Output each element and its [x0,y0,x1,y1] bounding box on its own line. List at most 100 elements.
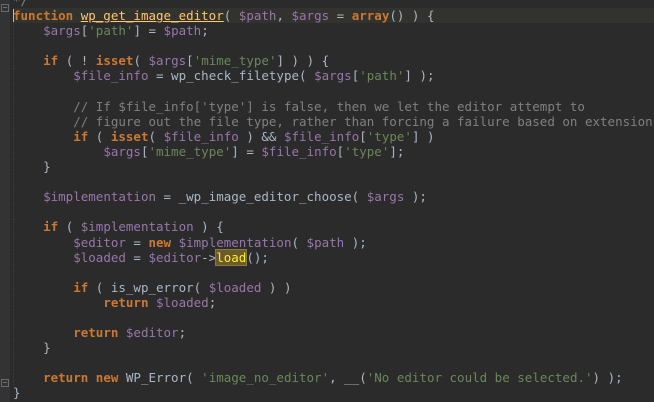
keyword-token: if [43,53,59,69]
variable-token: $loaded [156,294,209,310]
code-line[interactable]: return $loaded; [13,294,654,310]
indent-guide [13,309,14,326]
code-token: ] = [133,23,164,39]
variable-token: $loaded [208,279,262,295]
code-lines[interactable]: */function wp_get_image_editor( $path, $… [13,0,654,401]
code-token: = [125,249,149,265]
code-token: = [125,234,149,250]
code-line[interactable]: if ( is_wp_error( $loaded ) ) [13,279,654,295]
code-line[interactable]: $loaded = $editor->load(); [13,248,654,266]
variable-token: $file_info [283,128,360,144]
code-token: = _wp_image_editor_choose( [156,189,367,205]
code-line[interactable] [13,264,654,280]
indent-guide [13,264,14,280]
code-line[interactable]: if ( $implementation ) { [13,219,654,235]
code-line[interactable]: } [13,340,654,356]
code-line[interactable]: $implementation = _wp_image_editor_choos… [13,189,654,205]
variable-token: $path [163,23,202,39]
code-token: ] ); [404,68,435,84]
keyword-token: function [13,8,81,24]
keyword-token: isset [110,128,149,144]
code-token: = wp_check_filetype( [148,68,315,84]
string-token: 'mime_type' [193,53,277,69]
code-token: ); [404,189,427,205]
code-line[interactable]: } [13,385,654,400]
fold-toggle-icon[interactable]: − [1,4,9,12]
code-line[interactable] [13,355,654,371]
code-line[interactable] [13,174,654,190]
code-token: ( [88,128,111,144]
indent-guide [13,53,14,69]
code-token: ( [133,53,149,69]
code-line[interactable]: */ [13,0,654,8]
code-line[interactable]: // figure out the file type, rather than… [13,113,654,129]
indent-guide [13,355,14,371]
variable-token: $file_info [73,68,149,84]
variable-token: $args [314,68,352,84]
string-token: 'type' [366,128,412,144]
code-token: ( [148,128,164,144]
code-line[interactable]: $file_info = wp_check_filetype( $args['p… [13,68,654,84]
keyword-token: return new [43,370,126,386]
variable-token: $file_info [261,143,337,159]
code-token: WP_Error( [125,370,202,386]
code-line[interactable]: if ( ! isset( $args['mime_type'] ) ) { [13,53,654,69]
code-token: ] ) [411,128,435,144]
code-line[interactable]: return new WP_Error( 'image_no_editor', … [13,370,654,386]
string-token: 'path' [88,23,134,39]
code-token: ) ) [261,279,292,295]
code-line[interactable]: $args['mime_type'] = $file_info['type']; [13,143,654,160]
string-token: 'No editor could be selected.' [366,370,593,386]
code-token: ] = [231,143,262,159]
code-line[interactable]: if ( isset( $file_info ) && $file_info['… [13,128,654,144]
code-editor[interactable]: − − */function wp_get_image_editor( $pat… [0,0,654,402]
indent-guide [13,325,14,341]
variable-token: $args [148,53,187,69]
variable-token: $editor [148,249,202,265]
code-line[interactable]: function wp_get_image_editor( $path, $ar… [13,8,654,24]
code-line[interactable] [13,83,654,99]
code-token: , __( [329,370,367,386]
code-line[interactable]: return $editor; [13,325,654,341]
code-line[interactable] [13,38,654,54]
comment-token: */ [13,0,29,8]
indent-guide [13,83,14,99]
code-line[interactable] [13,309,654,326]
indent-guide [13,204,14,220]
variable-token: $path [238,8,277,24]
keyword-token: return [73,325,126,341]
text-cursor [13,9,14,23]
variable-token: $implementation [178,234,292,250]
fold-end-icon[interactable]: − [1,379,9,387]
code-line[interactable]: $editor = new $implementation( $path ); [13,234,654,250]
code-token: } [13,385,21,401]
indent-guide [13,174,14,190]
string-token: 'type' [344,143,390,159]
code-line[interactable]: $args['path'] = $path; [13,23,654,39]
code-line[interactable]: } [13,159,654,175]
code-line[interactable] [13,204,654,220]
keyword-token: array [351,8,390,24]
variable-token: $implementation [80,219,194,235]
highlighted-token: load [215,248,248,266]
code-line[interactable]: // If $file_info['type'] is false, then … [13,98,654,114]
indent-guide [13,219,14,235]
comment-token: // If $file_info['type'] is false, then … [73,98,585,114]
indent-guide [13,143,14,160]
variable-token: $args [43,23,81,39]
indent-guide [13,128,14,144]
keyword-token: return [103,294,156,310]
